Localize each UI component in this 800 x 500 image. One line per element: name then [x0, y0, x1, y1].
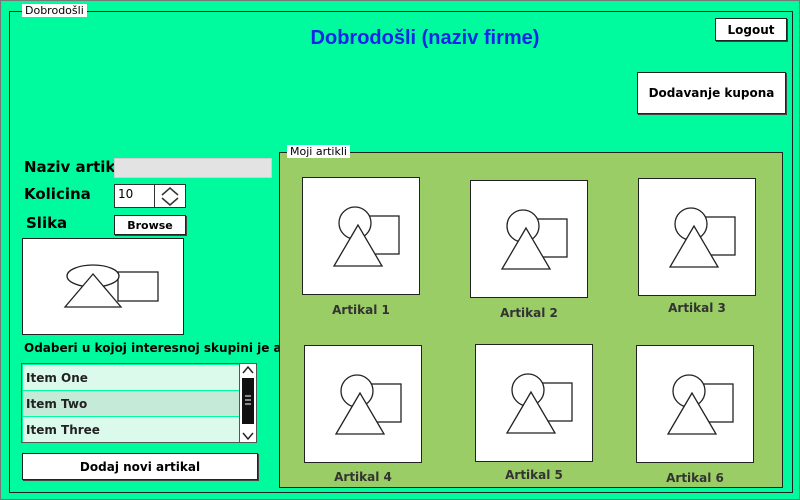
quantity-value: 10 [118, 187, 134, 201]
image-preview [22, 238, 184, 335]
article-caption: Artikal 2 [500, 306, 558, 320]
image-placeholder-icon [668, 207, 736, 268]
browse-button[interactable]: Browse [114, 215, 186, 235]
article-image [304, 345, 422, 463]
article-image [636, 345, 754, 463]
quantity-stepper[interactable]: 10 [114, 184, 186, 208]
quantity-label: Kolicina [24, 185, 91, 203]
add-coupon-button[interactable]: Dodavanje kupona [637, 72, 786, 114]
group-label: Odaberi u kojoj interesnoj skupini je ar… [24, 341, 318, 355]
image-label: Slika [26, 214, 68, 232]
article-caption: Artikal 4 [334, 470, 392, 484]
add-article-button[interactable]: Dodaj novi artikal [22, 453, 258, 480]
article-caption: Artikal 5 [505, 468, 563, 482]
scrollbar-icon [242, 365, 254, 441]
name-input[interactable] [114, 158, 272, 178]
article-image [470, 180, 588, 298]
list-scrollbar[interactable] [239, 364, 256, 442]
image-placeholder-icon [63, 264, 159, 308]
stepper-arrows-icon [161, 187, 179, 206]
list-item[interactable]: Item One [23, 365, 241, 390]
article-image [302, 177, 420, 295]
article-image [475, 344, 593, 462]
page-title: Dobrodošli (naziv firme) [310, 27, 540, 49]
article-image [638, 178, 756, 296]
window-legend: Dobrodošli [22, 4, 87, 17]
article-caption: Artikal 6 [666, 471, 724, 485]
stepper-arrows[interactable] [154, 185, 185, 207]
image-placeholder-icon [666, 374, 734, 435]
image-placeholder-icon [332, 206, 400, 267]
article-caption: Artikal 1 [332, 303, 390, 317]
image-placeholder-icon [505, 373, 573, 434]
list-item[interactable]: Item Three [23, 417, 241, 442]
image-placeholder-icon [500, 209, 568, 270]
image-placeholder-icon [334, 374, 402, 435]
logout-button[interactable]: Logout [715, 18, 787, 41]
list-item[interactable]: Item Two [23, 391, 241, 416]
articles-legend: Moji artikli [287, 145, 350, 158]
article-caption: Artikal 3 [668, 301, 726, 315]
group-listbox[interactable]: Item One Item Two Item Three [21, 363, 257, 443]
